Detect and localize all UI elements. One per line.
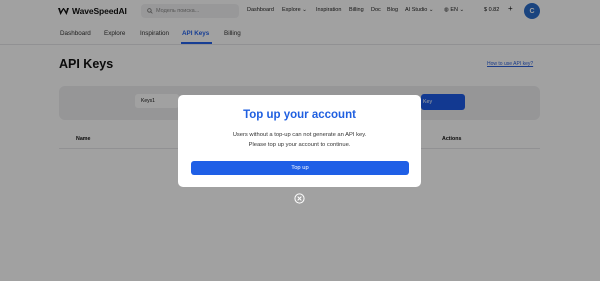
close-circle-icon[interactable] bbox=[294, 193, 305, 204]
top-up-modal: Top up your account Users without a top-… bbox=[178, 95, 421, 187]
modal-message-line-1: Users without a top-up can not generate … bbox=[232, 132, 367, 138]
top-up-button[interactable]: Top up bbox=[191, 161, 409, 175]
modal-title: Top up your account bbox=[243, 109, 356, 121]
modal-message-line-2: Please top up your account to continue. bbox=[248, 142, 351, 148]
